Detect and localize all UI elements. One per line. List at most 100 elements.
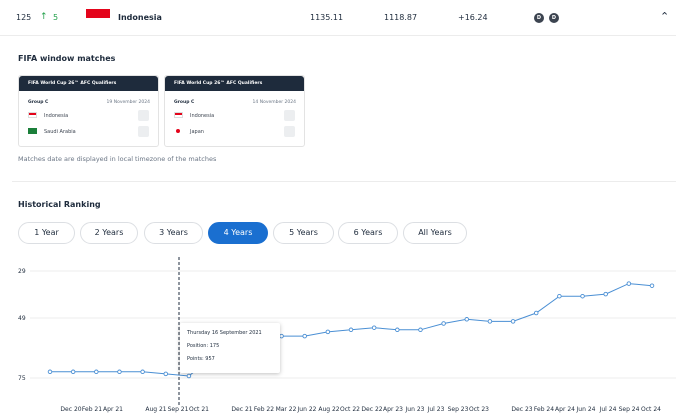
data-point[interactable] <box>395 327 400 333</box>
range-button-1-year[interactable]: 1 Year <box>18 222 75 244</box>
chart-tooltip: Thursday 16 September 2021 Position: 175… <box>180 323 280 373</box>
x-tick-label: Sep 23 <box>448 406 469 413</box>
y-tick-label: 75 <box>18 375 26 382</box>
rank-value: 125 <box>16 13 32 22</box>
data-point[interactable] <box>302 333 307 339</box>
historical-ranking-title: Historical Ranking <box>18 200 101 209</box>
confederation-badge: D <box>549 13 559 23</box>
x-tick-label: Apr 24 <box>555 406 575 413</box>
home-score-box <box>138 110 149 121</box>
match-date: 14 November 2024 <box>252 100 296 105</box>
japan-flag-icon <box>174 128 183 134</box>
match-competition: FIFA World Cup 26™ AFC Qualifiers <box>19 76 158 91</box>
away-team: Saudi Arabia <box>28 128 76 135</box>
data-point[interactable] <box>626 281 632 286</box>
x-tick-label: Jul 24 <box>599 406 617 413</box>
data-point[interactable] <box>279 333 284 339</box>
match-card[interactable]: FIFA World Cup 26™ AFC Qualifiers Group … <box>164 75 305 147</box>
range-button-3-years[interactable]: 3 Years <box>144 222 203 244</box>
data-point[interactable] <box>510 319 516 324</box>
data-point[interactable] <box>418 327 423 333</box>
indonesia-flag-icon <box>174 112 183 118</box>
fifa-window-title: FIFA window matches <box>18 54 116 63</box>
x-tick-label: Mar 22 <box>276 406 297 413</box>
x-tick-label: Dec 20 <box>60 406 81 413</box>
total-points: 1135.11 <box>310 13 344 22</box>
timezone-note: Matches date are displayed in local time… <box>18 155 217 163</box>
data-point[interactable] <box>163 371 169 377</box>
data-point[interactable] <box>441 321 446 326</box>
home-score-box <box>284 110 295 121</box>
data-point[interactable] <box>325 329 331 335</box>
data-point[interactable] <box>603 291 608 297</box>
previous-points: 1118.87 <box>384 13 418 22</box>
away-team-name: Japan <box>190 129 204 135</box>
rank-change: 5 <box>53 13 59 22</box>
home-team: Indonesia <box>174 112 214 119</box>
x-tick-label: Aug 21 <box>145 406 166 413</box>
data-point[interactable] <box>487 319 493 324</box>
tooltip-position: Position: 175 <box>187 343 220 349</box>
range-button-4-years[interactable]: 4 Years <box>208 222 268 244</box>
data-point[interactable] <box>117 369 122 375</box>
country-name[interactable]: Indonesia <box>118 13 162 22</box>
match-group: Group C <box>174 100 195 105</box>
collapse-caret-icon[interactable]: ⌃ <box>660 10 669 23</box>
range-button-all-years[interactable]: All Years <box>403 222 467 244</box>
data-point[interactable] <box>140 369 145 375</box>
indonesia-flag-icon <box>28 112 37 118</box>
x-tick-label: Sep 21 <box>168 406 189 413</box>
tooltip-date: Thursday 16 September 2021 <box>187 330 262 336</box>
data-point[interactable] <box>94 369 99 375</box>
data-point[interactable] <box>533 310 539 316</box>
x-tick-label: Dec 22 <box>361 406 382 413</box>
data-point[interactable] <box>47 369 53 375</box>
match-date: 19 November 2024 <box>106 100 150 105</box>
x-tick-label: Feb 24 <box>534 406 554 413</box>
range-button-2-years[interactable]: 2 Years <box>80 222 138 244</box>
range-button-5-years[interactable]: 5 Years <box>273 222 334 244</box>
home-team-name: Indonesia <box>44 113 69 119</box>
x-tick-label: Oct 21 <box>189 406 209 413</box>
home-team: Indonesia <box>28 112 68 119</box>
data-point[interactable] <box>371 325 377 330</box>
away-team-name: Saudi Arabia <box>44 129 76 135</box>
away-score-box <box>138 126 149 137</box>
arrow-up-icon: ↑ <box>40 12 48 22</box>
x-tick-label: Jul 23 <box>427 406 445 413</box>
range-button-6-years[interactable]: 6 Years <box>338 222 398 244</box>
x-tick-label: Feb 22 <box>254 406 274 413</box>
x-tick-label: Apr 21 <box>103 406 123 413</box>
x-tick-label: Sep 24 <box>619 406 640 413</box>
ranking-row[interactable]: 125 ↑ 5 Indonesia 1135.11 1118.87 +16.24… <box>0 0 676 36</box>
x-tick-label: Dec 23 <box>511 406 532 413</box>
away-score-box <box>284 126 295 137</box>
section-divider <box>12 181 676 182</box>
x-tick-label: Oct 24 <box>641 406 661 413</box>
data-point[interactable] <box>186 373 192 379</box>
x-tick-label: Aug 22 <box>318 406 339 413</box>
x-tick-label: Feb 21 <box>82 406 102 413</box>
match-card[interactable]: FIFA World Cup 26™ AFC Qualifiers Group … <box>18 75 159 147</box>
home-team-name: Indonesia <box>190 113 215 119</box>
x-tick-label: Oct 23 <box>469 406 489 413</box>
data-point[interactable] <box>70 369 76 375</box>
data-point[interactable] <box>580 293 585 299</box>
x-tick-label: Dec 21 <box>231 406 252 413</box>
indonesia-flag-icon <box>86 9 110 23</box>
data-point[interactable] <box>348 327 354 333</box>
tooltip-points: Points: 957 <box>187 356 215 362</box>
away-team: Japan <box>174 128 204 135</box>
y-tick-label: 29 <box>18 268 26 275</box>
x-tick-label: Jun 24 <box>576 406 596 413</box>
x-tick-label: Jun 23 <box>405 406 425 413</box>
y-tick-label: 49 <box>18 315 26 322</box>
match-group: Group C <box>28 100 49 105</box>
data-point[interactable] <box>464 317 470 322</box>
historical-ranking-chart[interactable]: 294975 Dec 20 Feb 21 Apr 21 Aug 21 Sep 21 Oct… <box>0 255 676 417</box>
data-point[interactable] <box>557 293 562 299</box>
data-point[interactable] <box>649 283 655 288</box>
saudi-arabia-flag-icon <box>28 128 37 134</box>
x-tick-label: Apr 23 <box>383 406 403 413</box>
x-tick-label: Jun 22 <box>297 406 317 413</box>
